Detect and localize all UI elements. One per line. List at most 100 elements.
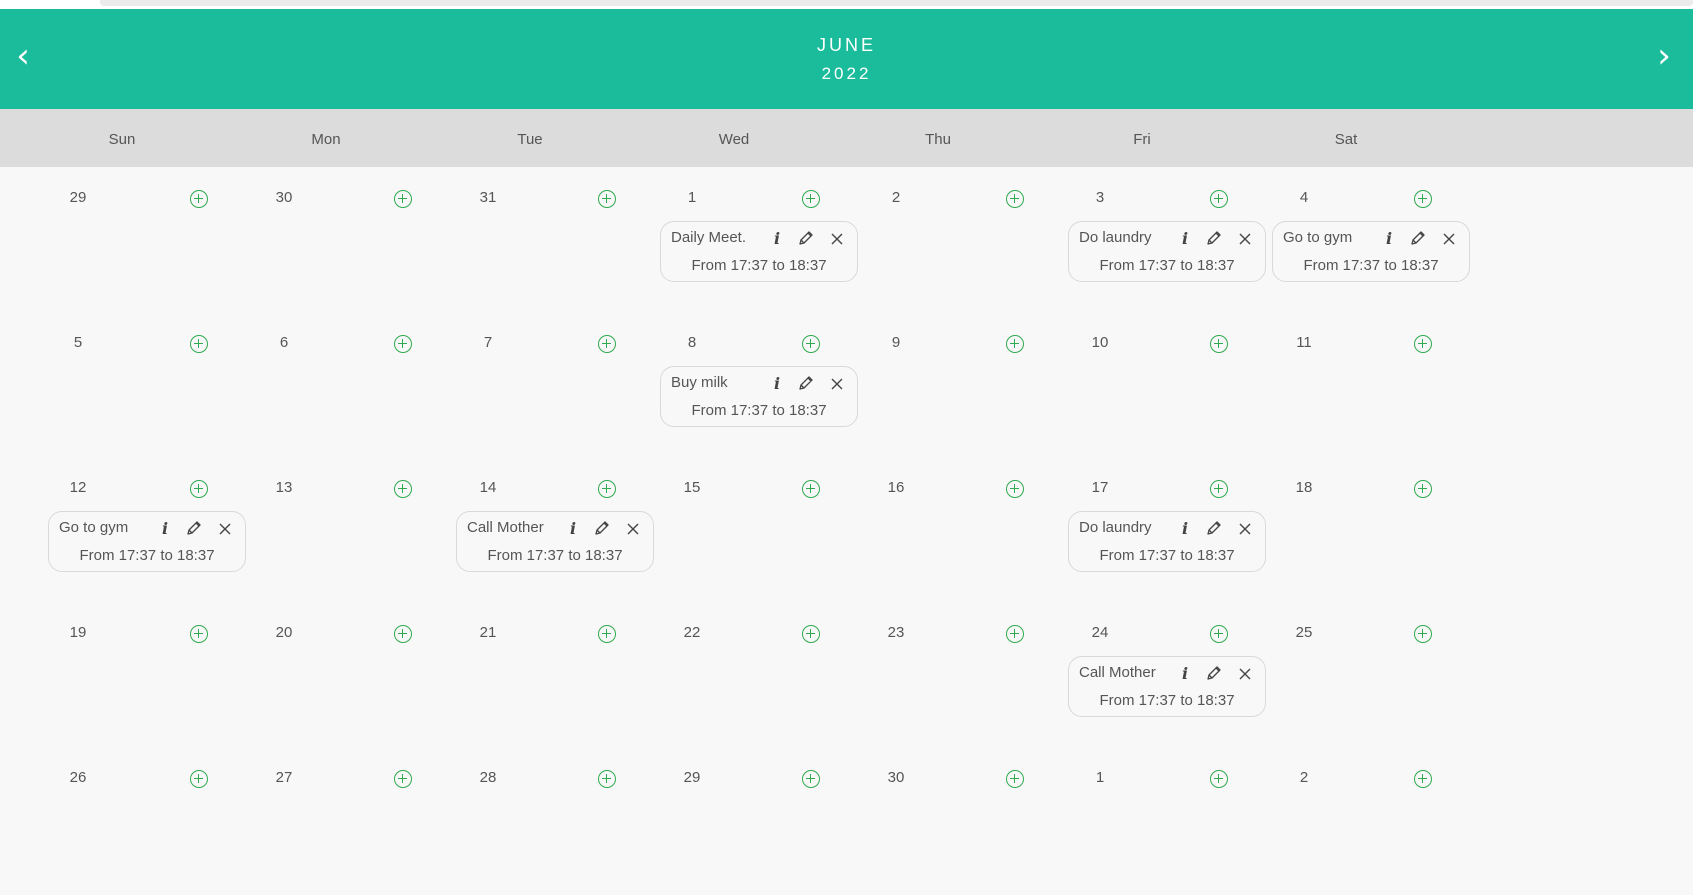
event-title: Do laundry bbox=[1079, 519, 1152, 536]
day-number: 19 bbox=[69, 624, 87, 641]
day-cell: 24 Call Mother i From 17:37 to 18:37 bbox=[1038, 602, 1266, 758]
add-event-icon[interactable] bbox=[394, 625, 412, 643]
day-number: 25 bbox=[1295, 624, 1313, 641]
add-event-icon[interactable] bbox=[598, 770, 616, 788]
day-cell: 4 Go to gym i From 17:37 to 18:37 bbox=[1242, 167, 1470, 323]
day-cell: 29 bbox=[630, 747, 850, 895]
add-event-icon[interactable] bbox=[190, 480, 208, 498]
day-cell: 21 bbox=[426, 602, 646, 758]
add-event-icon[interactable] bbox=[394, 190, 412, 208]
add-event-icon[interactable] bbox=[1210, 625, 1228, 643]
event-time: From 17:37 to 18:37 bbox=[487, 547, 623, 564]
add-event-icon[interactable] bbox=[1006, 480, 1024, 498]
info-icon[interactable]: i bbox=[1177, 230, 1193, 248]
event-title: Daily Meet. bbox=[671, 229, 747, 246]
info-icon[interactable]: i bbox=[1381, 230, 1397, 248]
day-number: 10 bbox=[1091, 334, 1109, 351]
day-cell: 29 bbox=[18, 167, 238, 323]
info-icon[interactable]: i bbox=[1177, 520, 1193, 538]
info-icon[interactable]: i bbox=[157, 520, 173, 538]
day-number: 22 bbox=[683, 624, 701, 641]
day-cell: 20 bbox=[222, 602, 442, 758]
day-number: 21 bbox=[479, 624, 497, 641]
day-number: 30 bbox=[275, 189, 293, 206]
event-card[interactable]: Go to gym i From 17:37 to 18:37 bbox=[1272, 221, 1470, 282]
info-icon[interactable]: i bbox=[565, 520, 581, 538]
info-icon[interactable]: i bbox=[769, 375, 785, 393]
add-event-icon[interactable] bbox=[1006, 190, 1024, 208]
add-event-icon[interactable] bbox=[1210, 480, 1228, 498]
event-card[interactable]: Call Mother i From 17:37 to 18:37 bbox=[456, 511, 654, 572]
add-event-icon[interactable] bbox=[1210, 190, 1228, 208]
pencil-icon[interactable] bbox=[1206, 665, 1222, 683]
add-event-icon[interactable] bbox=[598, 335, 616, 353]
day-cell: 3 Do laundry i From 17:37 to 18:37 bbox=[1038, 167, 1266, 323]
add-event-icon[interactable] bbox=[1006, 770, 1024, 788]
weekday-sat: Sat bbox=[1334, 131, 1358, 148]
day-cell: 18 bbox=[1242, 457, 1462, 613]
pencil-icon[interactable] bbox=[186, 520, 202, 538]
year-title: 2022 bbox=[821, 64, 872, 83]
add-event-icon[interactable] bbox=[1414, 335, 1432, 353]
add-event-icon[interactable] bbox=[1006, 335, 1024, 353]
day-number: 26 bbox=[69, 769, 87, 786]
weekday-fri: Fri bbox=[1133, 131, 1151, 148]
add-event-icon[interactable] bbox=[802, 335, 820, 353]
day-number: 29 bbox=[69, 189, 87, 206]
add-event-icon[interactable] bbox=[394, 480, 412, 498]
event-card[interactable]: Do laundry i From 17:37 to 18:37 bbox=[1068, 511, 1266, 572]
event-card[interactable]: Do laundry i From 17:37 to 18:37 bbox=[1068, 221, 1266, 282]
add-event-icon[interactable] bbox=[190, 335, 208, 353]
day-number: 23 bbox=[887, 624, 905, 641]
info-icon[interactable]: i bbox=[1177, 665, 1193, 683]
add-event-icon[interactable] bbox=[802, 190, 820, 208]
event-card[interactable]: Go to gym i From 17:37 to 18:37 bbox=[48, 511, 246, 572]
weekday-wed: Wed bbox=[718, 131, 750, 148]
event-time: From 17:37 to 18:37 bbox=[1303, 257, 1439, 274]
event-card[interactable]: Call Mother i From 17:37 to 18:37 bbox=[1068, 656, 1266, 717]
day-cell: 6 bbox=[222, 312, 442, 468]
add-event-icon[interactable] bbox=[1210, 335, 1228, 353]
day-number: 6 bbox=[279, 334, 289, 351]
add-event-icon[interactable] bbox=[1210, 770, 1228, 788]
add-event-icon[interactable] bbox=[802, 480, 820, 498]
add-event-icon[interactable] bbox=[598, 625, 616, 643]
add-event-icon[interactable] bbox=[394, 770, 412, 788]
day-cell: 16 bbox=[834, 457, 1054, 613]
add-event-icon[interactable] bbox=[1414, 770, 1432, 788]
day-number: 5 bbox=[73, 334, 83, 351]
close-icon[interactable] bbox=[1442, 232, 1458, 250]
add-event-icon[interactable] bbox=[190, 770, 208, 788]
pencil-icon[interactable] bbox=[798, 375, 814, 393]
add-event-icon[interactable] bbox=[1006, 625, 1024, 643]
event-title: Go to gym bbox=[59, 519, 129, 536]
add-event-icon[interactable] bbox=[802, 625, 820, 643]
add-event-icon[interactable] bbox=[1414, 480, 1432, 498]
day-cell: 25 bbox=[1242, 602, 1462, 758]
add-event-icon[interactable] bbox=[598, 480, 616, 498]
add-event-icon[interactable] bbox=[1414, 190, 1432, 208]
add-event-icon[interactable] bbox=[598, 190, 616, 208]
add-event-icon[interactable] bbox=[190, 625, 208, 643]
event-time: From 17:37 to 18:37 bbox=[79, 547, 215, 564]
pencil-icon[interactable] bbox=[1410, 230, 1426, 248]
day-cell: 31 bbox=[426, 167, 646, 323]
day-cell: 14 Call Mother i From 17:37 to 18:37 bbox=[426, 457, 654, 613]
event-card[interactable]: Buy milk i From 17:37 to 18:37 bbox=[660, 366, 858, 427]
pencil-icon[interactable] bbox=[594, 520, 610, 538]
event-time: From 17:37 to 18:37 bbox=[691, 402, 827, 419]
pencil-icon[interactable] bbox=[1206, 230, 1222, 248]
add-event-icon[interactable] bbox=[394, 335, 412, 353]
info-icon[interactable]: i bbox=[769, 230, 785, 248]
pencil-icon[interactable] bbox=[1206, 520, 1222, 538]
add-event-icon[interactable] bbox=[802, 770, 820, 788]
pencil-icon[interactable] bbox=[798, 230, 814, 248]
next-month-button[interactable]: › bbox=[1649, 39, 1679, 75]
event-card[interactable]: Daily Meet. i From 17:37 to 18:37 bbox=[660, 221, 858, 282]
day-cell: 5 bbox=[18, 312, 238, 468]
add-event-icon[interactable] bbox=[1414, 625, 1432, 643]
add-event-icon[interactable] bbox=[190, 190, 208, 208]
day-cell: 11 bbox=[1242, 312, 1462, 468]
day-number: 14 bbox=[479, 479, 497, 496]
day-number: 2 bbox=[891, 189, 901, 206]
